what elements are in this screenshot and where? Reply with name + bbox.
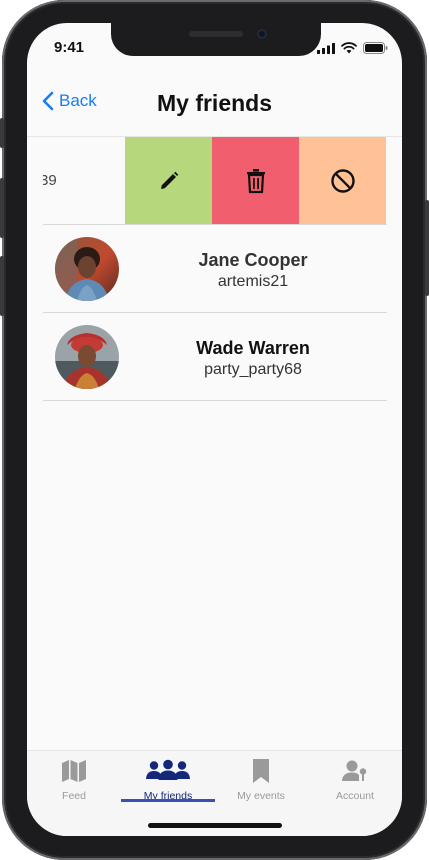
account-icon — [342, 760, 367, 781]
speaker — [189, 31, 243, 37]
screen: 9:41 Back My friends 39 — [27, 23, 402, 836]
active-tab-indicator — [121, 799, 215, 802]
volume-up-button — [0, 178, 4, 238]
home-indicator[interactable] — [148, 823, 282, 828]
block-friend-button[interactable] — [299, 137, 386, 224]
tab-account[interactable]: Account — [308, 757, 402, 805]
notch — [111, 23, 321, 56]
edit-friend-button[interactable] — [125, 137, 212, 224]
status-time: 9:41 — [54, 39, 85, 56]
friends-icon — [146, 759, 190, 780]
tab-my-friends[interactable]: My friends — [121, 757, 215, 805]
tab-feed[interactable]: Feed — [27, 757, 121, 805]
wifi-icon — [341, 42, 357, 54]
friend-row[interactable]: Jane Cooper artemis21 — [43, 225, 387, 313]
power-button — [425, 200, 429, 296]
tab-label: Account — [336, 790, 374, 802]
status-icons — [317, 42, 388, 54]
cellular-signal-icon — [317, 42, 335, 54]
avatar — [55, 237, 119, 301]
tab-label: My events — [237, 790, 285, 802]
avatar — [55, 325, 119, 389]
tab-my-events[interactable]: My events — [214, 757, 308, 805]
trash-icon — [246, 169, 265, 194]
block-icon — [330, 169, 355, 193]
friend-row[interactable]: Wade Warren party_party68 — [43, 313, 387, 401]
map-icon — [62, 760, 86, 782]
front-camera — [257, 29, 267, 39]
mute-switch — [0, 118, 4, 148]
nav-header: Back My friends — [27, 78, 402, 136]
friend-name: Jane Cooper — [198, 250, 308, 270]
bookmark-icon — [253, 759, 269, 783]
friend-name: Wade Warren — [196, 338, 310, 358]
swiped-row-partial-text: 39 — [43, 172, 57, 189]
friend-username: artemis21 — [217, 273, 289, 290]
delete-friend-button[interactable] — [212, 137, 299, 224]
friend-username: party_party68 — [204, 361, 302, 378]
tab-label: Feed — [62, 790, 86, 802]
swiped-friend-row[interactable]: 39 — [43, 137, 387, 225]
battery-icon — [363, 42, 388, 54]
pencil-icon — [160, 171, 178, 189]
volume-down-button — [0, 256, 4, 316]
page-title: My friends — [156, 90, 273, 116]
